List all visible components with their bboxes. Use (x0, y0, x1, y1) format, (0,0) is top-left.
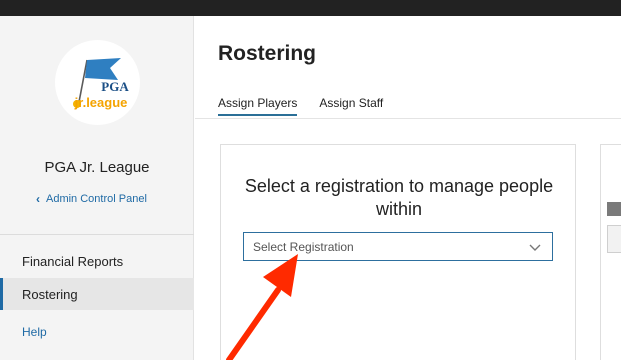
registration-card: Select a registration to manage people w… (220, 144, 576, 360)
sidebar-item-help[interactable]: Help (0, 316, 194, 348)
registration-select[interactable]: Select Registration (243, 232, 553, 261)
admin-control-panel-link[interactable]: ‹ Admin Control Panel (36, 192, 147, 206)
admin-control-panel-label: Admin Control Panel (46, 193, 147, 205)
logo-sub-text: jr.league (74, 95, 128, 110)
logo-brand-text: PGA (101, 79, 129, 94)
page-title: Rostering (218, 42, 317, 65)
registration-card-heading: Select a registration to manage people w… (244, 176, 554, 219)
tab-assign-staff[interactable]: Assign Staff (319, 96, 383, 116)
org-name: PGA Jr. League (44, 159, 150, 176)
secondary-card-header-bar (607, 202, 621, 216)
sidebar-divider (0, 234, 194, 235)
secondary-card-input[interactable] (607, 225, 621, 253)
tab-assign-players[interactable]: Assign Players (218, 96, 298, 116)
tab-bar: Assign Players Assign Staff (218, 96, 383, 116)
org-logo: PGA jr.league (55, 40, 140, 125)
sidebar: PGA jr.league PGA Jr. League ‹ Admin Con… (0, 16, 194, 360)
chevron-left-icon: ‹ (36, 192, 40, 206)
sidebar-item-rostering[interactable]: Rostering (0, 278, 194, 310)
top-bar (0, 0, 621, 16)
registration-select-value: Select Registration (253, 239, 354, 254)
chevron-down-icon (529, 244, 541, 251)
pga-jr-league-logo-icon: PGA jr.league (73, 58, 129, 110)
main-divider (195, 118, 621, 119)
secondary-card (600, 144, 621, 360)
sidebar-item-financial-reports[interactable]: Financial Reports (0, 245, 194, 277)
